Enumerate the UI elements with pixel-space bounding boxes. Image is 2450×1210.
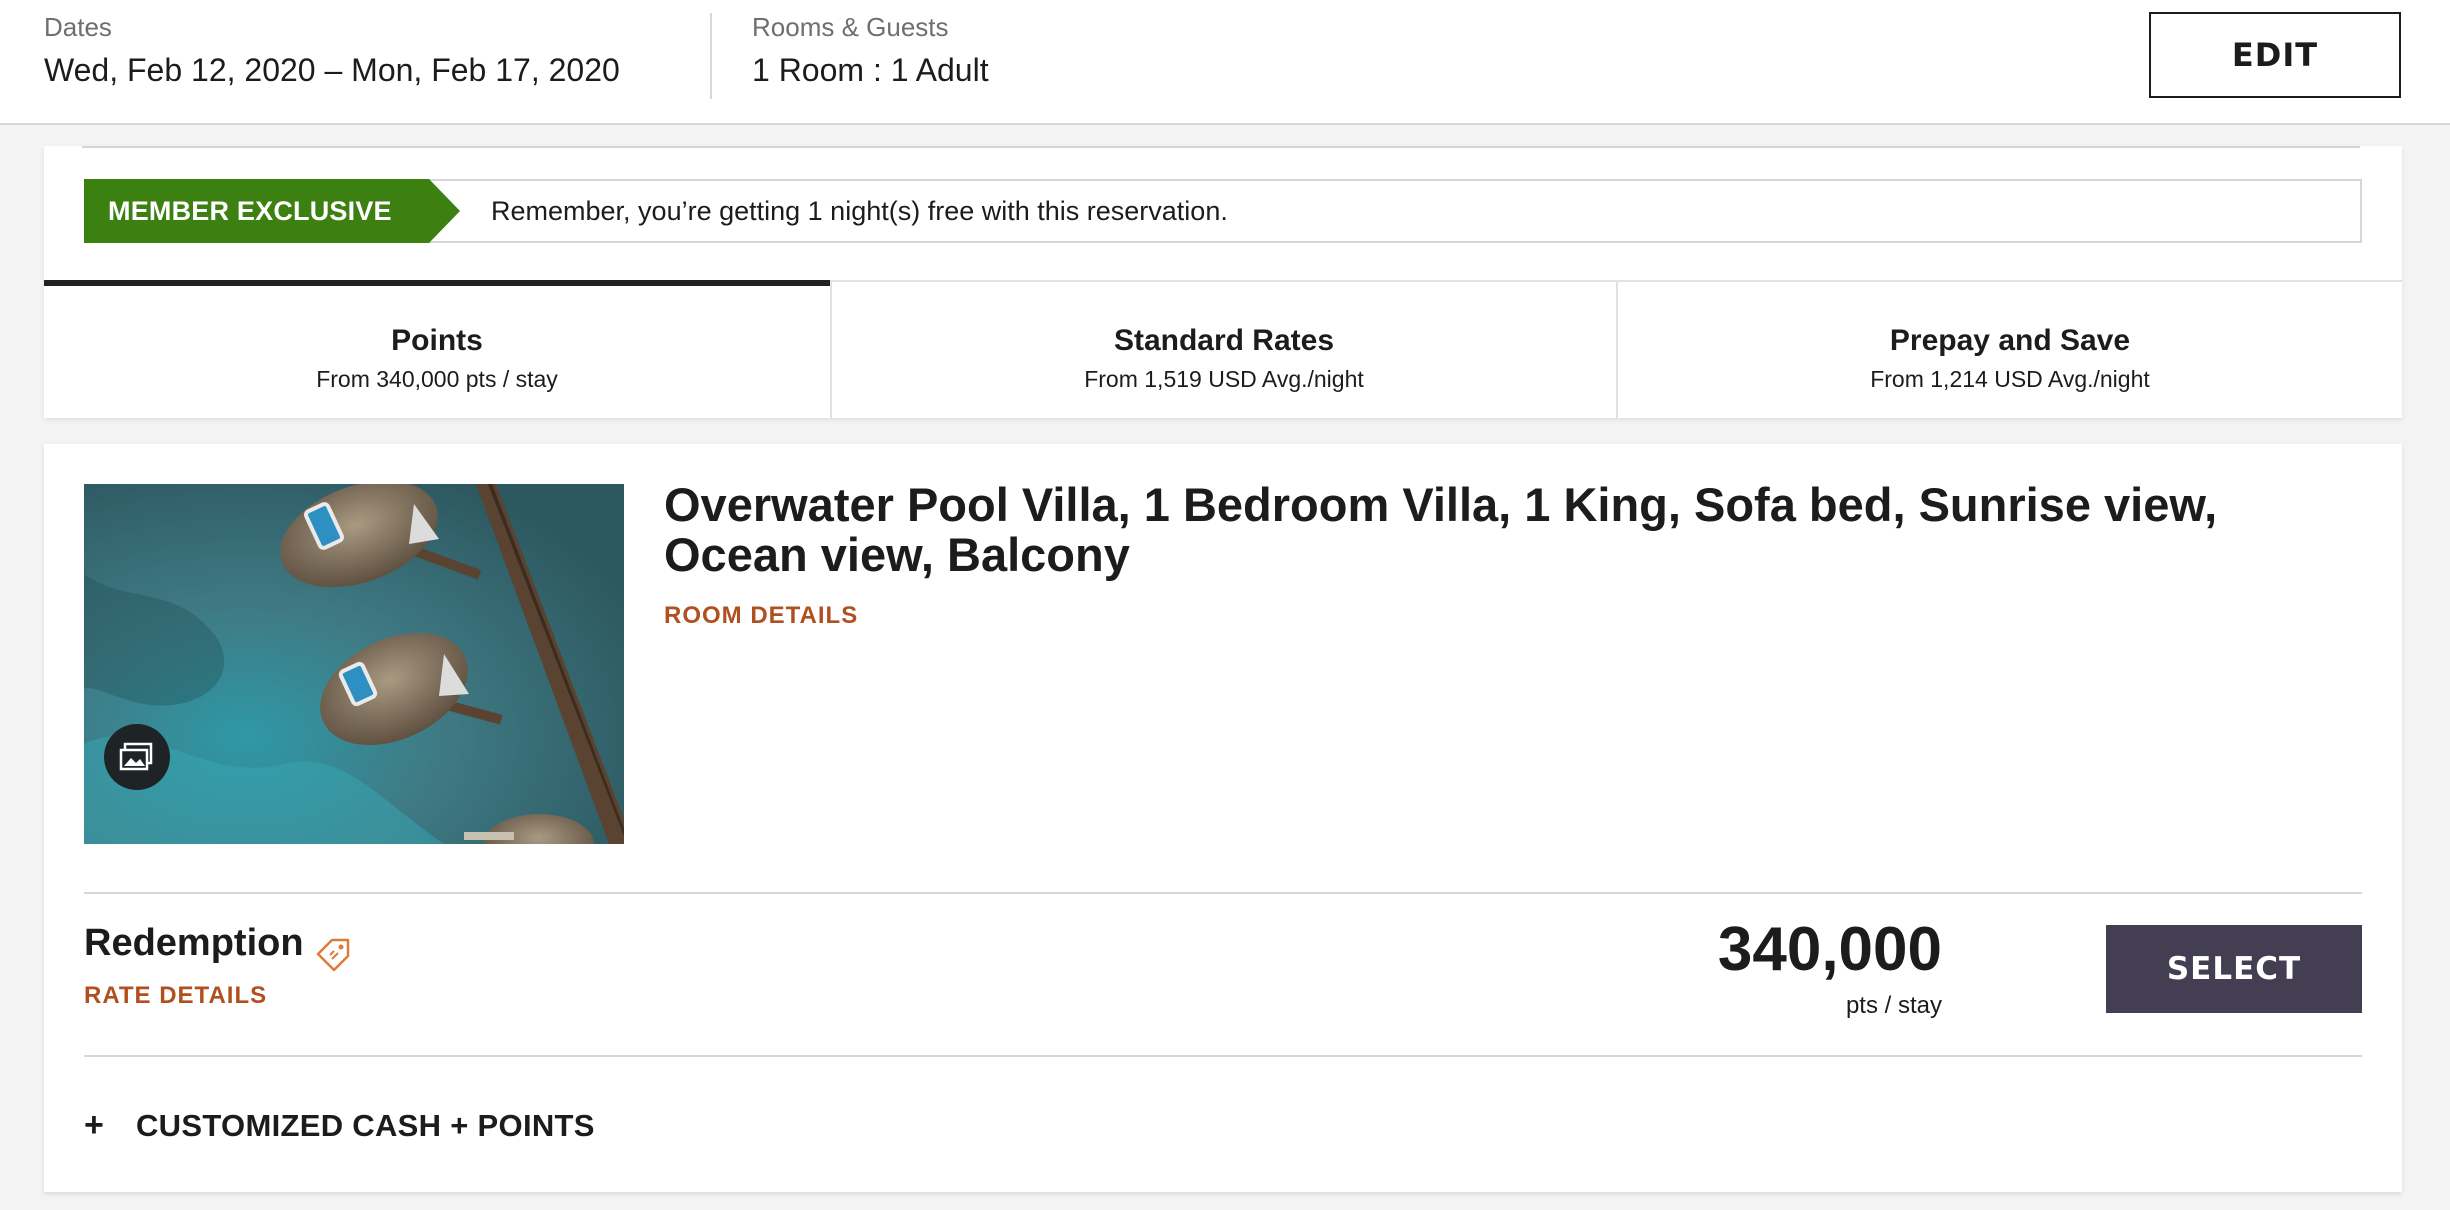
room-photo-illustration xyxy=(84,484,624,844)
rates-panel: MEMBER EXCLUSIVE Remember, you’re gettin… xyxy=(44,146,2402,418)
tab-points-title: Points xyxy=(391,324,483,357)
select-button[interactable]: SELECT xyxy=(2106,925,2362,1013)
room-details-link[interactable]: ROOM DETAILS xyxy=(664,602,858,630)
rate-details-link[interactable]: RATE DETAILS xyxy=(84,982,267,1010)
panel-divider xyxy=(82,146,2360,148)
edit-search-button[interactable]: EDIT xyxy=(2149,12,2401,98)
dates-value: Wed, Feb 12, 2020 – Mon, Feb 17, 2020 xyxy=(44,52,620,88)
rooms-guests-label: Rooms & Guests xyxy=(752,12,949,42)
member-exclusive-message: Remember, you’re getting 1 night(s) free… xyxy=(491,195,1228,226)
expand-plus-icon: + xyxy=(84,1106,104,1144)
price-tag-icon xyxy=(316,938,350,972)
customized-cash-points-label: CUSTOMIZED CASH + POINTS xyxy=(136,1107,595,1143)
rate-divider-bottom xyxy=(84,1055,2362,1057)
member-exclusive-banner: MEMBER EXCLUSIVE Remember, you’re gettin… xyxy=(84,179,2362,243)
tab-standard-rates-subtitle: From 1,519 USD Avg./night xyxy=(1084,366,1364,392)
tab-points-subtitle: From 340,000 pts / stay xyxy=(316,366,558,392)
rate-type-tabs: Points From 340,000 pts / stay Standard … xyxy=(44,280,2402,418)
tab-standard-rates[interactable]: Standard Rates From 1,519 USD Avg./night xyxy=(830,280,1616,418)
room-title: Overwater Pool Villa, 1 Bedroom Villa, 1… xyxy=(664,478,2218,581)
rooms-guests-value: 1 Room : 1 Adult xyxy=(752,52,989,88)
gallery-button[interactable] xyxy=(104,724,170,790)
points-price: 340,000 xyxy=(1717,915,1942,984)
member-exclusive-tag: MEMBER EXCLUSIVE xyxy=(84,179,460,243)
points-price-unit: pts / stay xyxy=(1845,992,1942,1019)
search-summary-bar: Dates Wed, Feb 12, 2020 – Mon, Feb 17, 2… xyxy=(0,0,2450,125)
tab-prepay-and-save[interactable]: Prepay and Save From 1,214 USD Avg./nigh… xyxy=(1616,280,2402,418)
gallery-icon xyxy=(119,742,153,771)
summary-divider xyxy=(710,13,712,99)
rate-divider-top xyxy=(84,892,2362,894)
dates-label: Dates xyxy=(44,12,112,42)
rate-name: Redemption xyxy=(84,922,304,964)
tab-prepay-title: Prepay and Save xyxy=(1889,324,2131,357)
customized-cash-points-toggle[interactable]: + CUSTOMIZED CASH + POINTS xyxy=(84,1106,595,1145)
tab-points[interactable]: Points From 340,000 pts / stay xyxy=(44,280,830,418)
room-photo[interactable] xyxy=(84,484,624,844)
room-card: Overwater Pool Villa, 1 Bedroom Villa, 1… xyxy=(44,444,2402,1192)
tab-prepay-subtitle: From 1,214 USD Avg./night xyxy=(1870,366,2150,392)
tab-standard-rates-title: Standard Rates xyxy=(1113,324,1335,357)
